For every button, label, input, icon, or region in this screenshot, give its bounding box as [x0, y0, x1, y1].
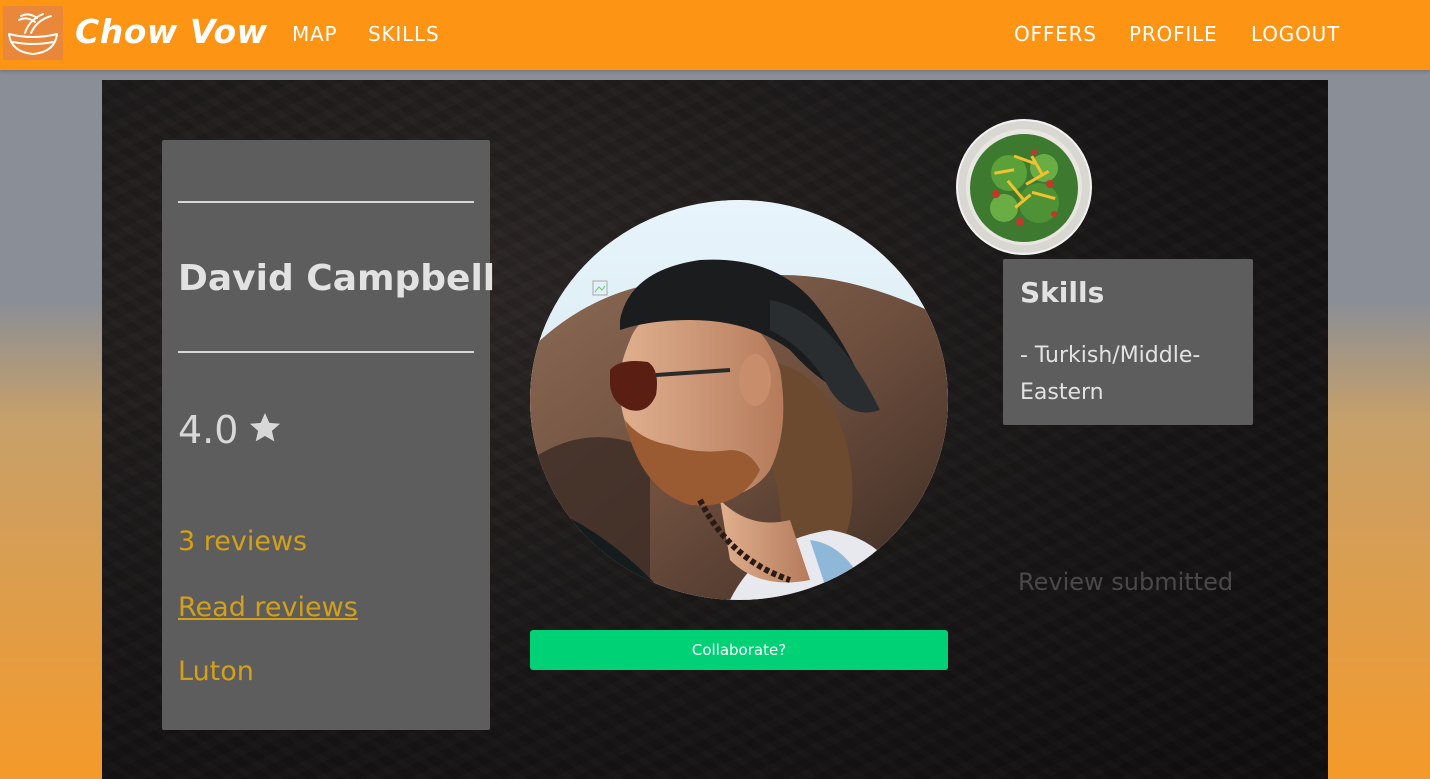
rating: 4.0: [178, 408, 284, 452]
read-reviews-link[interactable]: Read reviews: [178, 592, 358, 623]
profile-photo: [530, 200, 948, 600]
nav-profile[interactable]: PROFILE: [1129, 22, 1217, 46]
rating-value: 4.0: [178, 408, 239, 452]
dish-photo: [954, 118, 1094, 256]
nav-offers[interactable]: OFFERS: [1014, 22, 1097, 46]
star-icon: [246, 408, 284, 452]
skill-item: - Turkish/Middle-Eastern: [1020, 343, 1201, 405]
reviews-count: 3 reviews: [178, 526, 308, 557]
location: Luton: [178, 656, 254, 687]
skills-title: Skills: [1020, 276, 1105, 309]
profile-info-card: David Campbell 4.0 3 reviews Read review…: [162, 140, 495, 730]
top-navbar: Chow Vow MAP SKILLS OFFERS PROFILE LOGOU…: [0, 0, 1430, 70]
brand-name[interactable]: Chow Vow: [75, 12, 268, 51]
skills-card: Skills - Turkish/Middle-Eastern: [1003, 259, 1253, 425]
nav-skills[interactable]: SKILLS: [368, 22, 440, 46]
broken-image-icon: [592, 280, 608, 296]
profile-name: David Campbell: [178, 258, 496, 299]
divider: [178, 351, 474, 353]
nav-logout[interactable]: LOGOUT: [1251, 22, 1340, 46]
collaborate-button[interactable]: Collaborate?: [530, 630, 948, 670]
profile-panel: David Campbell 4.0 3 reviews Read review…: [102, 80, 1328, 779]
review-status: Review submitted: [1018, 568, 1234, 596]
divider: [178, 201, 474, 203]
noodle-bowl-icon[interactable]: [3, 6, 63, 60]
nav-map[interactable]: MAP: [292, 22, 337, 46]
